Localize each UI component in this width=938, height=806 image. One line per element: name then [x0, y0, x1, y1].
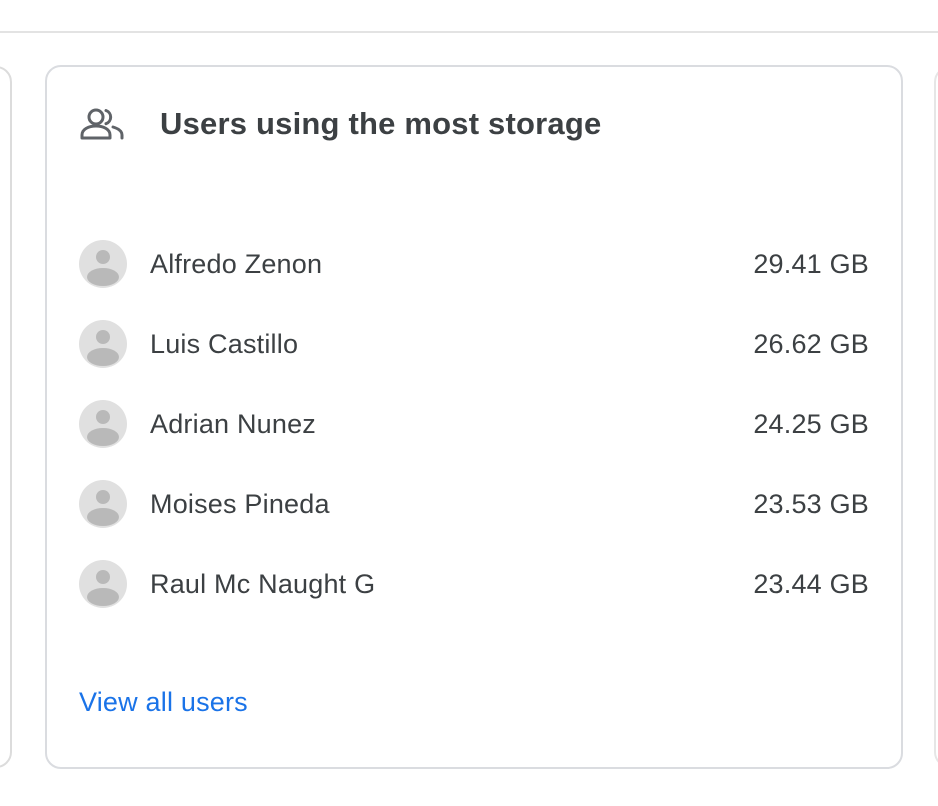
view-all-users-link[interactable]: View all users — [79, 687, 248, 718]
avatar-icon — [79, 480, 127, 528]
user-storage: 29.41 GB — [753, 248, 869, 279]
top-divider — [0, 31, 938, 33]
avatar-icon — [79, 400, 127, 448]
card-header: Users using the most storage — [79, 105, 601, 143]
user-row[interactable]: Alfredo Zenon 29.41 GB — [79, 224, 869, 304]
user-row[interactable]: Raul Mc Naught G 23.44 GB — [79, 544, 869, 624]
user-name: Alfredo Zenon — [150, 248, 323, 279]
avatar-icon — [79, 560, 127, 608]
user-storage: 26.62 GB — [753, 328, 869, 359]
user-list: Alfredo Zenon 29.41 GB Luis Castillo 26.… — [79, 224, 869, 624]
users-icon — [79, 105, 127, 143]
next-card-edge — [934, 66, 938, 768]
user-name: Raul Mc Naught G — [150, 568, 376, 599]
user-row[interactable]: Adrian Nunez 24.25 GB — [79, 384, 869, 464]
card-title: Users using the most storage — [160, 106, 602, 141]
avatar-icon — [79, 320, 127, 368]
user-name: Luis Castillo — [150, 328, 299, 359]
user-storage: 24.25 GB — [753, 408, 869, 439]
user-storage: 23.44 GB — [753, 568, 869, 599]
user-name: Adrian Nunez — [150, 408, 316, 439]
avatar-icon — [79, 240, 127, 288]
user-storage: 23.53 GB — [753, 488, 869, 519]
user-row[interactable]: Luis Castillo 26.62 GB — [79, 304, 869, 384]
storage-users-card: Users using the most storage Alfredo Zen… — [45, 65, 903, 769]
user-row[interactable]: Moises Pineda 23.53 GB — [79, 464, 869, 544]
previous-card-edge — [0, 66, 12, 768]
user-name: Moises Pineda — [150, 488, 330, 519]
